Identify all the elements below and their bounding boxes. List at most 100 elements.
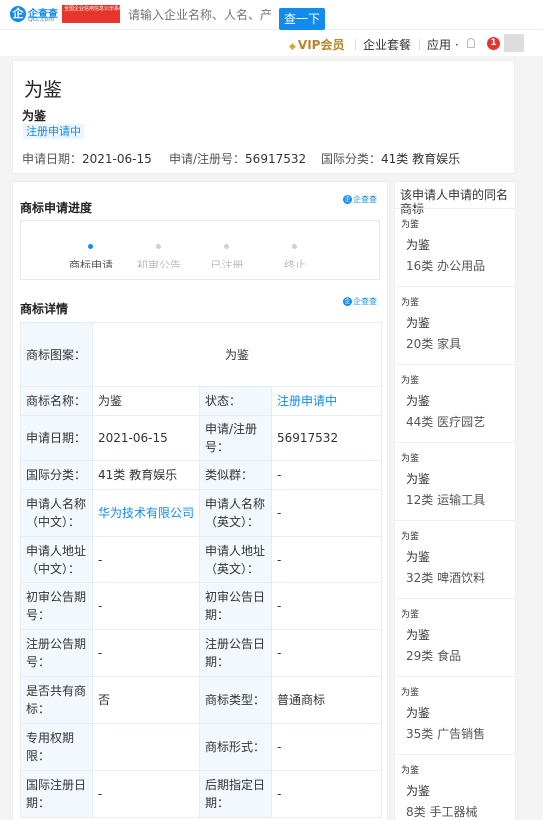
table-row: 初审公告期号： - 初审公告日期： - (20, 582, 382, 630)
detail-label: 初审公告日期： (199, 582, 272, 630)
trademark-thumbnail: 为鉴 (401, 688, 420, 698)
nav-divider (419, 39, 420, 50)
table-row: 专用权期限： 商标形式： - (20, 723, 382, 771)
list-item[interactable]: 为鉴 为鉴 20类 家具 (395, 286, 515, 362)
detail-value: 41类 教育娱乐 (92, 460, 200, 490)
trademark-class: 32类 啤酒饮料 (406, 571, 486, 585)
class-label: 国际分类： (321, 152, 382, 166)
details-section-title: 商标详情 (20, 302, 69, 316)
detail-label: 申请人地址（中文）： (20, 536, 93, 583)
detail-label: 注册公告日期： (199, 629, 272, 677)
trademark-thumbnail: 为鉴 (401, 376, 420, 386)
detail-value: - (271, 582, 382, 630)
detail-label: 商标名称： (20, 386, 93, 416)
table-row: 是否共有商标： 否 商标类型： 普通商标 (20, 676, 382, 724)
search-button[interactable]: 查一下 (279, 8, 325, 30)
detail-value: - (271, 629, 382, 677)
detail-label: 初审公告期号： (20, 582, 93, 630)
progress-steps: 商标申请 初审公告 已注册 终止 (20, 220, 380, 280)
trademark-class: 12类 运输工具 (406, 493, 486, 507)
progress-section-title: 商标申请进度 (20, 201, 93, 215)
apply-date-label: 申请日期： (22, 152, 83, 166)
qcc-logo[interactable]: 企 企查查 Qcc.com (10, 5, 58, 25)
detail-value: 为鉴 (92, 386, 200, 416)
detail-label: 国际分类： (20, 460, 93, 490)
trademark-thumbnail: 为鉴 (401, 610, 420, 620)
same-name-trademarks-sidebar: 该申请人申请的同名商标 为鉴 为鉴 16类 办公用品 为鉴 为鉴 20类 家具 … (394, 181, 516, 820)
apps-menu[interactable]: 应用 · (427, 36, 459, 53)
detail-label: 申请人名称（英文）： (199, 489, 272, 537)
trademark-name: 为鉴 (406, 550, 431, 564)
list-item[interactable]: 为鉴 为鉴 35类 广告销售 (395, 676, 515, 752)
detail-value: - (92, 629, 200, 677)
qcc-watermark-label: 企查查 (353, 195, 377, 204)
step-dot (292, 244, 297, 249)
bell-icon[interactable] (467, 38, 475, 48)
list-item[interactable]: 为鉴 为鉴 8类 手工器械 (395, 754, 515, 820)
main-card: 商标申请进度 企企查查 商标申请 初审公告 已注册 终止 商标详情 企企查查 商… (12, 181, 388, 820)
step-dot (88, 244, 93, 249)
qcc-logo-icon: 企 (10, 6, 26, 22)
trademark-class: 8类 手工器械 (406, 805, 478, 819)
trademark-class: 44类 医疗园艺 (406, 415, 486, 429)
apply-date-value: 2021-06-15 (82, 152, 152, 166)
detail-label: 申请/注册号： (199, 415, 272, 461)
detail-label: 商标图案： (20, 322, 93, 387)
table-row: 国际注册日期： - 后期指定日期： - (20, 770, 382, 818)
list-item[interactable]: 为鉴 为鉴 32类 啤酒饮料 (395, 520, 515, 596)
detail-value: 否 (92, 676, 200, 724)
list-item[interactable]: 为鉴 为鉴 29类 食品 (395, 598, 515, 674)
reg-no-meta: 申请/注册号：56917532 (169, 150, 306, 167)
detail-label: 申请日期： (20, 415, 93, 461)
detail-value: - (271, 489, 382, 537)
table-row: 申请人地址（中文）： - 申请人地址（英文）： - (20, 536, 382, 583)
detail-value: - (271, 536, 382, 583)
detail-label: 状态： (199, 386, 272, 416)
enterprise-package-link[interactable]: 企业套餐 (363, 36, 411, 53)
reg-no-label: 申请/注册号： (169, 152, 246, 166)
step-dot (156, 244, 161, 249)
trademark-thumbnail: 为鉴 (401, 766, 420, 776)
trademark-thumbnail: 为鉴 (401, 454, 420, 464)
detail-label: 国际注册日期： (20, 770, 93, 818)
nav-divider (355, 39, 356, 50)
trademark-class: 29类 食品 (406, 649, 462, 663)
qcc-watermark: 企企查查 (343, 296, 377, 307)
table-row: 商标名称： 为鉴 状态： 注册申请中 (20, 386, 382, 416)
trademark-class: 35类 广告销售 (406, 727, 486, 741)
detail-label: 商标类型： (199, 676, 272, 724)
list-item[interactable]: 为鉴 为鉴 12类 运输工具 (395, 442, 515, 518)
list-item[interactable]: 为鉴 为鉴 16类 办公用品 (395, 208, 515, 284)
trademark-name: 为鉴 (406, 394, 431, 408)
apply-date-meta: 申请日期：2021-06-15 (22, 150, 152, 167)
qcc-watermark: 企企查查 (343, 194, 377, 205)
qcc-logo-icon: 企 (343, 195, 352, 204)
detail-value: - (271, 723, 382, 771)
detail-value: - (92, 536, 200, 583)
trademark-name: 为鉴 (406, 472, 431, 486)
applicant-link[interactable]: 华为技术有限公司 (92, 489, 200, 537)
detail-label: 申请人地址（英文）： (199, 536, 272, 583)
trademark-name: 为鉴 (22, 109, 47, 123)
trademark-name: 为鉴 (406, 784, 431, 798)
status-value: 注册申请中 (271, 386, 382, 416)
detail-value: 56917532 (271, 415, 382, 461)
step-terminated: 终止 (255, 221, 335, 281)
detail-label: 是否共有商标： (20, 676, 93, 724)
list-item[interactable]: 为鉴 为鉴 44类 医疗园艺 (395, 364, 515, 440)
detail-label: 申请人名称（中文）： (20, 489, 93, 537)
avatar[interactable] (504, 34, 524, 52)
top-bar: 企 企查查 Qcc.com 全国企业信用信息公示系统 官方备案企业征信机构 查一… (0, 0, 543, 30)
search-input[interactable] (124, 4, 280, 26)
logo-domain: Qcc.com (28, 16, 55, 23)
notification-badge[interactable]: 1 (487, 37, 500, 50)
trademark-name: 为鉴 (406, 316, 431, 330)
table-row: 国际分类： 41类 教育娱乐 类似群： - (20, 460, 382, 490)
table-row: 商标图案： 为鉴 (20, 322, 382, 387)
detail-label: 后期指定日期： (199, 770, 272, 818)
detail-label: 商标形式： (199, 723, 272, 771)
trademark-thumbnail: 为鉴 (401, 532, 420, 542)
trademark-class: 16类 办公用品 (406, 259, 486, 273)
trademark-details-table: 商标图案： 为鉴 商标名称： 为鉴 状态： 注册申请中 申请日期： 2021-0… (20, 322, 382, 818)
vip-link[interactable]: ◆ VIP会员 (289, 36, 344, 53)
